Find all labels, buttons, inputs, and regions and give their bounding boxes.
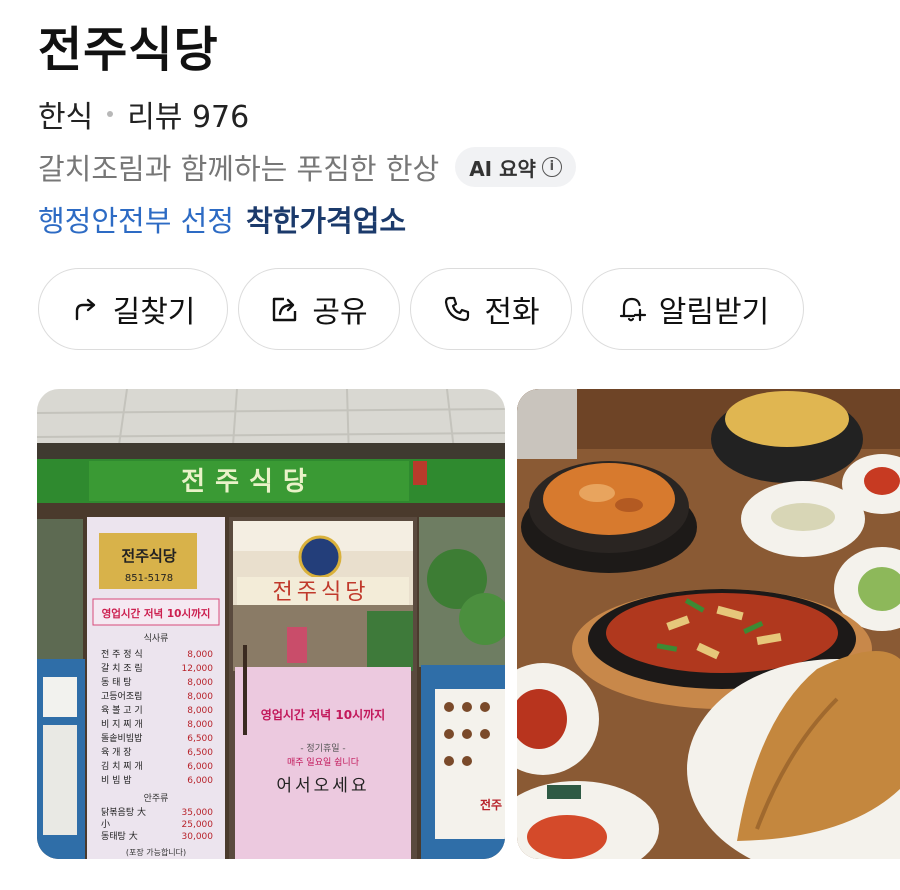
booth-sign: 전주: [480, 797, 502, 812]
bell-plus-icon: [617, 294, 647, 324]
summary-text: 갈치조림과 함께하는 푸짐한 한상: [38, 152, 440, 186]
menu-item-price: 8,000: [187, 678, 213, 688]
place-meta: 한식 리뷰 976: [38, 92, 249, 136]
call-button[interactable]: 전화: [410, 268, 572, 350]
menu-hours: 영업시간 저녁 10시까지: [102, 607, 211, 620]
menu-item-price: 6,000: [187, 762, 213, 772]
call-label: 전화: [484, 295, 540, 330]
snack-header: 안주류: [144, 793, 169, 804]
storefront-photo[interactable]: 전주식당 전주식당 851-5178 영업시간 저녁 10시까지 식사류 전 주…: [37, 389, 505, 859]
menu-item-name: 육 개 장: [101, 747, 132, 758]
menu-header: 식사류: [144, 633, 169, 644]
ai-summary-badge[interactable]: AI 요약 i: [455, 147, 576, 187]
photo-gallery: 전주식당 전주식당 851-5178 영업시간 저녁 10시까지 식사류 전 주…: [37, 389, 900, 859]
snack-item-price: 30,000: [182, 832, 214, 842]
share-label: 공유: [312, 295, 368, 330]
certification-row[interactable]: 행정안전부 선정 착한가격업소: [38, 198, 406, 240]
cert-name: 착한가격업소: [245, 204, 407, 238]
menu-item-name: 육 볼 고 기: [101, 705, 143, 716]
menu-item-name: 비 지 찌 개: [101, 719, 143, 730]
menu-item-name: 전 주 정 식: [101, 649, 143, 660]
door-holiday-detail: 매주 일요일 쉽니다: [287, 757, 360, 768]
phone-icon: [442, 294, 472, 324]
menu-item-name: 갈 치 조 림: [101, 662, 143, 674]
snack-item-price: 25,000: [182, 820, 214, 830]
directions-label: 길찾기: [112, 295, 196, 330]
menu-item-name: 김 치 찌 개: [101, 760, 143, 772]
separator-dot: [107, 111, 114, 117]
directions-button[interactable]: 길찾기: [38, 268, 228, 350]
ai-badge-label: AI 요약: [469, 156, 536, 181]
ai-summary-row: 갈치조림과 함께하는 푸짐한 한상 AI 요약 i: [38, 146, 576, 188]
takeout-note: (포장 가능합니다): [126, 847, 186, 857]
menu-item-name: 고등어조림: [101, 690, 142, 702]
menu-item-name: 동 태 탕: [101, 677, 132, 688]
food-photo[interactable]: [517, 389, 900, 859]
snack-item-name: 닭볶음탕 大: [101, 806, 146, 818]
share-icon: [270, 294, 300, 324]
share-button[interactable]: 공유: [238, 268, 400, 350]
notify-label: 알림받기: [658, 295, 770, 330]
menu-item-name: 비 빔 밥: [101, 775, 132, 786]
menu-item-price: 8,000: [187, 706, 213, 716]
menu-item-name: 돌솥비빔밥: [101, 733, 142, 744]
cert-prefix: 행정안전부 선정: [38, 204, 234, 238]
menu-item-price: 12,000: [182, 664, 214, 674]
directions-icon: [71, 294, 101, 324]
review-count[interactable]: 리뷰 976: [127, 92, 249, 136]
menu-item-price: 6,500: [187, 748, 213, 758]
door-holiday: - 정기휴일 -: [300, 743, 345, 754]
door-hours: 영업시간 저녁 10시까지: [261, 707, 385, 722]
door-welcome: 어서오세요: [276, 776, 369, 796]
menu-item-price: 6,500: [187, 734, 213, 744]
notify-button[interactable]: 알림받기: [582, 268, 804, 350]
menu-item-price: 6,000: [187, 776, 213, 786]
shop-sign-text: 전주식당: [181, 467, 317, 497]
menu-card-phone: 851-5178: [125, 573, 173, 584]
inner-sign-text: 전주식당: [273, 580, 370, 605]
menu-card-name: 전주식당: [121, 547, 176, 565]
snack-item-name: 小: [101, 819, 110, 830]
menu-item-price: 8,000: [187, 650, 213, 660]
info-icon[interactable]: i: [541, 157, 562, 177]
snack-item-price: 35,000: [182, 808, 214, 818]
menu-item-price: 8,000: [187, 692, 213, 702]
place-title: 전주식당: [38, 22, 219, 78]
snack-item-name: 동태탕 大: [101, 830, 138, 842]
menu-item-price: 8,000: [187, 720, 213, 730]
category-label: 한식: [38, 100, 94, 135]
action-buttons: 길찾기 공유 전화 알림받기: [38, 268, 804, 350]
